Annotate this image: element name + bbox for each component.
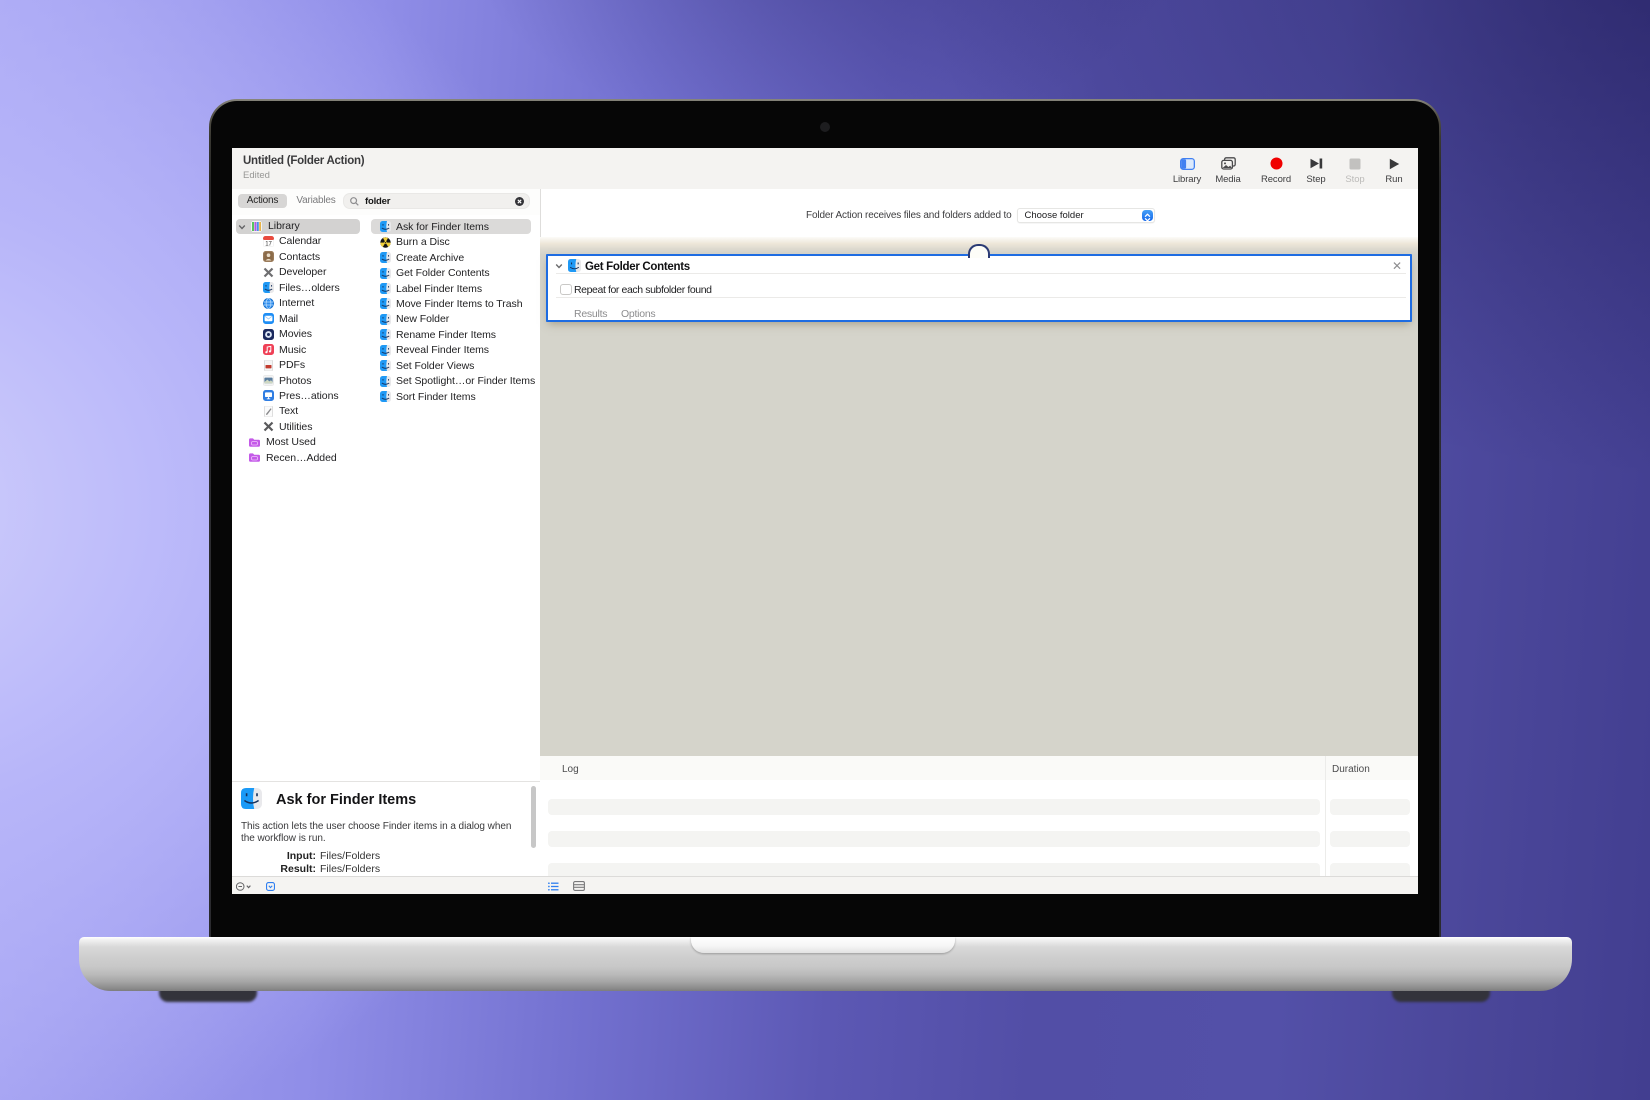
svg-text:17: 17 [265, 241, 272, 247]
